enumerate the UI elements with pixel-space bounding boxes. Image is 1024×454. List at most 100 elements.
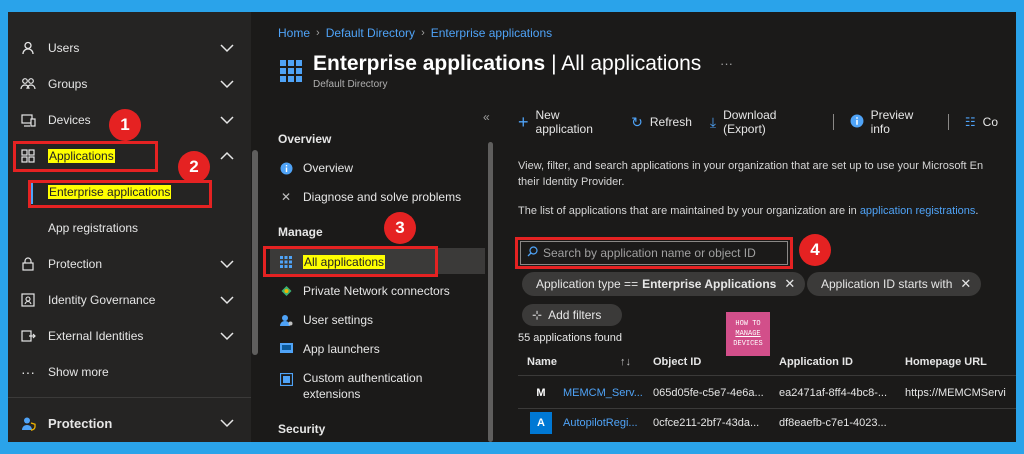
info-icon bbox=[850, 114, 864, 131]
annotation-box-search bbox=[515, 237, 793, 269]
how-to-manage-devices-logo: HOW TO MANAGE DEVICES bbox=[726, 312, 770, 356]
add-filter-icon: ⊹ bbox=[532, 308, 543, 322]
chevron-down-icon[interactable] bbox=[220, 293, 234, 307]
nav-external-identities[interactable]: External Identities bbox=[8, 318, 251, 354]
group-icon bbox=[20, 76, 36, 92]
plus-icon: + bbox=[518, 111, 529, 132]
nav-show-more-label: Show more bbox=[48, 365, 109, 379]
chevron-down-icon[interactable] bbox=[220, 41, 234, 55]
menu-item-custom-auth-label: Custom authentication extensions bbox=[303, 370, 422, 402]
network-connector-icon bbox=[278, 283, 294, 299]
menu-section-overview: Overview bbox=[278, 132, 332, 146]
breadcrumb-enterprise-applications[interactable]: Enterprise applications bbox=[431, 26, 552, 40]
filter-pill-application-id[interactable]: Application ID starts with ✕ bbox=[807, 272, 982, 296]
nav-identity-governance[interactable]: Identity Governance bbox=[8, 282, 251, 318]
description-line1: View, filter, and search applications in… bbox=[518, 160, 984, 172]
filter-pill-application-type[interactable]: Application type == Enterprise Applicati… bbox=[522, 272, 806, 296]
refresh-button[interactable]: ↻ Refresh bbox=[631, 114, 692, 131]
results-count: 55 applications found bbox=[518, 332, 622, 344]
chevron-down-icon[interactable] bbox=[220, 113, 234, 127]
nav-app-registrations[interactable]: App registrations bbox=[8, 210, 251, 246]
menu-item-overview[interactable]: Overview bbox=[278, 160, 353, 176]
annotation-box-enterprise-applications bbox=[28, 180, 212, 208]
page-title-main: Enterprise applications bbox=[313, 52, 546, 75]
app-launcher-icon bbox=[278, 341, 294, 357]
page-description: View, filter, and search applications in… bbox=[518, 158, 1016, 190]
add-filters-button[interactable]: ⊹ Add filters bbox=[522, 304, 622, 326]
download-label: Download (Export) bbox=[723, 108, 777, 136]
download-button[interactable]: ⤓ Download (Export) bbox=[710, 108, 815, 136]
menu-item-overview-label: Overview bbox=[303, 161, 354, 175]
info-icon bbox=[278, 160, 294, 176]
menu-item-user-settings[interactable]: User settings bbox=[278, 312, 373, 328]
table-row-divider bbox=[518, 408, 1016, 409]
more-options-icon[interactable]: ··· bbox=[720, 56, 733, 71]
breadcrumb-home[interactable]: Home bbox=[278, 26, 310, 40]
nav-users-label: Users bbox=[48, 41, 80, 55]
chevron-down-icon[interactable] bbox=[220, 329, 234, 343]
menu-item-diagnose[interactable]: ✕ Diagnose and solve problems bbox=[278, 189, 461, 205]
identity-governance-icon bbox=[20, 292, 36, 308]
nav-identity-governance-label: Identity Governance bbox=[48, 293, 156, 307]
menu-item-app-launchers[interactable]: App launchers bbox=[278, 341, 380, 357]
page-subtitle: Default Directory bbox=[313, 79, 388, 90]
refresh-icon: ↻ bbox=[631, 113, 643, 130]
columns-label: Co bbox=[982, 115, 998, 129]
ellipsis-icon: ··· bbox=[21, 364, 35, 380]
app-avatar: A bbox=[530, 412, 552, 434]
close-icon[interactable]: ✕ bbox=[960, 276, 971, 292]
add-filters-label: Add filters bbox=[548, 308, 602, 322]
nav-show-more[interactable]: ··· Show more bbox=[8, 354, 251, 390]
columns-icon: ☷ bbox=[964, 115, 976, 129]
new-application-button[interactable]: + New application bbox=[518, 108, 613, 136]
chevron-down-icon[interactable] bbox=[220, 416, 234, 430]
menu-section-manage: Manage bbox=[278, 225, 323, 239]
preview-info-label: Preview info bbox=[870, 108, 914, 136]
nav-groups[interactable]: Groups bbox=[8, 66, 251, 102]
left-nav-scrollbar[interactable] bbox=[252, 150, 258, 355]
column-header-object-id[interactable]: Object ID bbox=[653, 356, 701, 368]
column-header-homepage-url[interactable]: Homepage URL bbox=[905, 356, 987, 368]
nav-devices-label: Devices bbox=[48, 113, 91, 127]
menu-item-private-network[interactable]: Private Network connectors bbox=[278, 283, 450, 299]
sort-icon[interactable]: ↑↓ bbox=[620, 356, 631, 368]
nav-protection[interactable]: Protection bbox=[8, 246, 251, 282]
breadcrumb: Home › Default Directory › Enterprise ap… bbox=[278, 26, 552, 40]
chevron-up-icon[interactable] bbox=[220, 149, 234, 163]
app-name-link[interactable]: MEMCM_Serv... bbox=[563, 387, 645, 399]
annotation-badge-4: 4 bbox=[799, 234, 831, 266]
application-registrations-link[interactable]: application registrations bbox=[860, 205, 976, 217]
menu-item-private-network-label: Private Network connectors bbox=[303, 284, 450, 298]
column-header-application-id[interactable]: Application ID bbox=[779, 356, 853, 368]
columns-button[interactable]: ☷ Co bbox=[965, 115, 998, 129]
nav-users[interactable]: Users bbox=[8, 30, 251, 66]
nav-protection-section[interactable]: Protection bbox=[8, 405, 251, 441]
preview-info-button[interactable]: Preview info bbox=[850, 108, 930, 136]
menu-item-user-settings-label: User settings bbox=[303, 313, 374, 327]
chevron-down-icon[interactable] bbox=[220, 77, 234, 91]
chevron-right-icon: › bbox=[316, 27, 320, 39]
column-header-name[interactable]: Name bbox=[527, 356, 557, 368]
application-id-cell: df8eaefb-c7e1-4023... bbox=[779, 417, 887, 429]
chevron-down-icon[interactable] bbox=[220, 257, 234, 271]
app-name-link[interactable]: AutopilotRegi... bbox=[563, 417, 645, 429]
object-id-cell: 065d05fe-c5e7-4e6a... bbox=[653, 387, 764, 399]
new-application-label: New application bbox=[535, 108, 593, 136]
menu-scrollbar[interactable] bbox=[488, 142, 493, 442]
table-header-divider bbox=[518, 375, 1016, 376]
nav-protection-section-label: Protection bbox=[48, 415, 113, 431]
menu-item-custom-auth[interactable]: Custom authentication extensions bbox=[278, 370, 422, 402]
user-settings-icon bbox=[278, 312, 294, 328]
custom-auth-line2: extensions bbox=[303, 387, 361, 401]
filter-application-type-value: Enterprise Applications bbox=[642, 277, 777, 291]
breadcrumb-default-directory[interactable]: Default Directory bbox=[326, 26, 415, 40]
filter-application-type-label: Application type == bbox=[536, 277, 639, 291]
nav-groups-label: Groups bbox=[48, 77, 88, 91]
page-title: Enterprise applications | All applicatio… bbox=[313, 52, 701, 76]
extension-icon bbox=[278, 371, 294, 387]
app-avatar: M bbox=[530, 382, 552, 404]
collapse-menu-icon[interactable]: « bbox=[483, 110, 490, 124]
toolbar-divider bbox=[832, 114, 834, 130]
device-icon bbox=[20, 112, 36, 128]
close-icon[interactable]: ✕ bbox=[784, 276, 795, 292]
